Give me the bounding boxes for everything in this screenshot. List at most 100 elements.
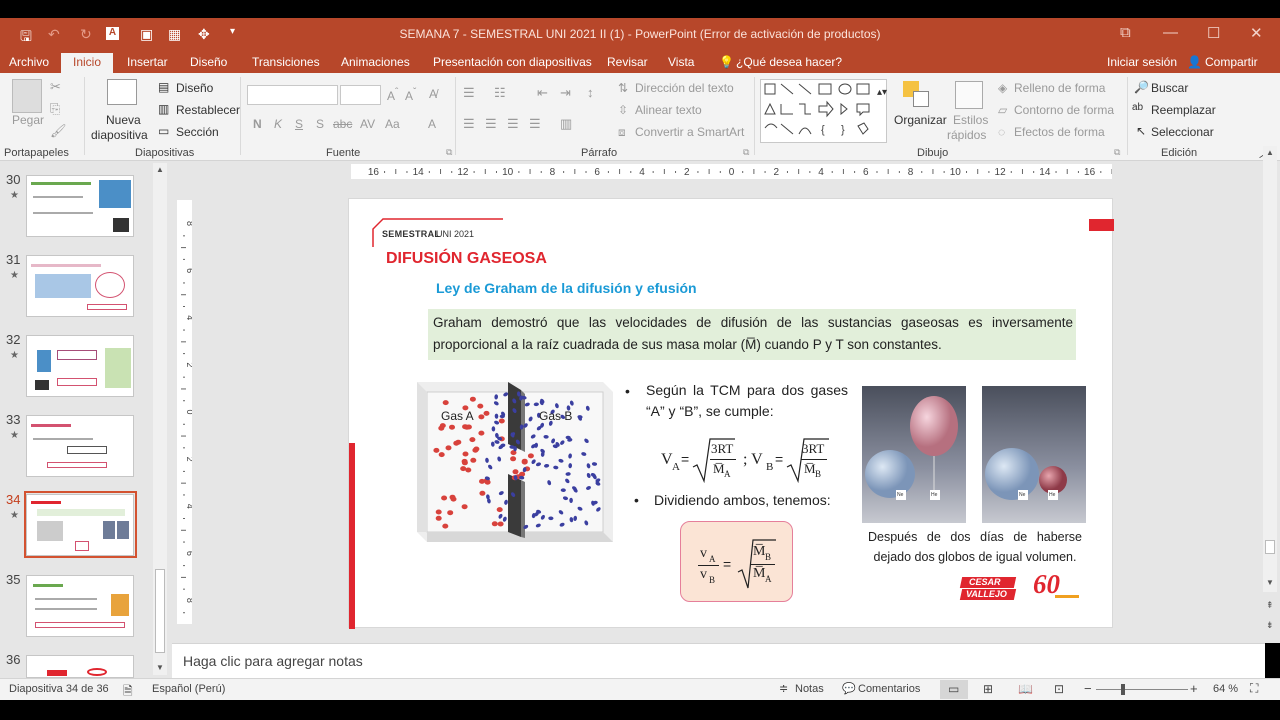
slide-thumbnail-36[interactable]	[26, 655, 134, 678]
shape-fill-button[interactable]: Relleno de forma	[1014, 81, 1105, 95]
section-button[interactable]: Sección	[176, 125, 219, 139]
zoom-level[interactable]: 64 %	[1213, 683, 1238, 695]
new-slide-label-2[interactable]: diapositiva	[91, 128, 148, 142]
reset-button[interactable]: Restablecer	[176, 103, 240, 117]
slide-thumbnail-31[interactable]	[26, 255, 134, 317]
paragraph-launcher-icon[interactable]: ⧉	[743, 147, 749, 158]
minimize-icon[interactable]: —	[1163, 24, 1178, 41]
tell-me-search[interactable]: ¿Qué desea hacer?	[736, 55, 842, 69]
scroll-down-icon[interactable]: ▼	[156, 663, 164, 672]
tab-revisar[interactable]: Revisar	[607, 55, 648, 69]
drawing-launcher-icon[interactable]: ⧉	[1114, 147, 1120, 158]
tab-vista[interactable]: Vista	[668, 55, 694, 69]
fit-slide-icon[interactable]: ⛶	[1250, 681, 1258, 696]
paste-button[interactable]: Pegar	[12, 113, 44, 127]
new-slide-icon[interactable]	[107, 79, 137, 105]
slide[interactable]: SEMESTRAL UNI 2021 DIFUSIÓN GASEOSA Ley …	[348, 198, 1114, 629]
shrink-font-icon[interactable]: Aˇ	[405, 87, 416, 103]
new-slide-label-1[interactable]: Nueva	[106, 113, 141, 127]
scroll-up-icon[interactable]: ▲	[1266, 148, 1274, 157]
gallery-scroll-icon[interactable]: ▴▾	[877, 87, 887, 98]
find-button[interactable]: Buscar	[1151, 81, 1188, 95]
arrange-button[interactable]: Organizar	[894, 113, 947, 127]
normal-view-icon[interactable]: ▭	[948, 682, 959, 696]
tab-transiciones[interactable]: Transiciones	[252, 55, 320, 69]
underline-button[interactable]: S	[295, 117, 303, 131]
maximize-icon[interactable]: ☐	[1207, 24, 1220, 42]
text-direction-button[interactable]: Dirección del texto	[635, 81, 734, 95]
line-spacing-icon[interactable]: ↕	[587, 85, 594, 100]
decrease-indent-icon[interactable]: ⇤	[537, 85, 548, 101]
share-button[interactable]: Compartir	[1205, 55, 1258, 69]
format-painter-icon[interactable]: 🖌	[50, 123, 67, 139]
select-button[interactable]: Seleccionar	[1151, 125, 1214, 139]
paste-icon[interactable]	[12, 79, 42, 113]
font-size-field[interactable]	[340, 85, 381, 105]
italic-button[interactable]: K	[274, 117, 282, 131]
scroll-down-icon[interactable]: ▼	[1266, 578, 1274, 587]
bullets-icon[interactable]: ☰	[463, 85, 475, 101]
strikethrough-button[interactable]: abc	[333, 117, 352, 131]
tab-archivo[interactable]: Archivo	[9, 55, 49, 69]
zoom-slider-thumb[interactable]	[1121, 684, 1125, 695]
align-text-button[interactable]: Alinear texto	[635, 103, 702, 117]
previous-slide-icon[interactable]: ⇞	[1266, 600, 1274, 611]
layout-button[interactable]: Diseño	[176, 81, 213, 95]
scroll-thumb[interactable]	[155, 569, 165, 653]
tab-animaciones[interactable]: Animaciones	[341, 55, 410, 69]
scroll-thumb[interactable]	[1265, 540, 1275, 554]
tab-diseno[interactable]: Diseño	[190, 55, 227, 69]
change-case-button[interactable]: Aa	[385, 117, 400, 131]
font-launcher-icon[interactable]: ⧉	[446, 147, 452, 158]
align-right-icon[interactable]: ☰	[507, 116, 519, 132]
tab-presentacion[interactable]: Presentación con diapositivas	[433, 55, 592, 69]
zoom-out-icon[interactable]: −	[1084, 681, 1092, 696]
shapes-gallery[interactable]: {}	[760, 79, 887, 143]
ribbon-display-icon[interactable]: ⧉	[1120, 24, 1131, 41]
font-color-button[interactable]: A	[428, 117, 436, 131]
shape-outline-button[interactable]: Contorno de forma	[1014, 103, 1114, 117]
shadow-button[interactable]: S	[316, 117, 324, 131]
thumbnails-scrollbar[interactable]: ▲ ▼	[153, 163, 167, 675]
slide-thumbnail-34[interactable]	[26, 494, 134, 556]
quick-styles-label-1[interactable]: Estilos	[953, 113, 988, 127]
smartart-button[interactable]: Convertir a SmartArt	[635, 125, 744, 139]
next-slide-icon[interactable]: ⇟	[1266, 620, 1274, 631]
spacing-icon[interactable]: AV	[360, 117, 375, 131]
notes-placeholder[interactable]: Haga clic para agregar notas	[183, 653, 363, 669]
clear-format-icon[interactable]: A̸	[429, 87, 437, 101]
reading-view-icon[interactable]: 📖	[1018, 682, 1033, 696]
justify-icon[interactable]: ☰	[529, 116, 541, 132]
zoom-slider-track[interactable]	[1096, 689, 1188, 690]
slideshow-icon[interactable]: ⊡	[1054, 682, 1064, 696]
font-name-field[interactable]	[247, 85, 338, 105]
grow-font-icon[interactable]: Aˆ	[387, 87, 398, 103]
slide-thumbnail-35[interactable]	[26, 575, 134, 637]
tab-inicio[interactable]: Inicio	[61, 53, 114, 73]
close-icon[interactable]: ✕	[1250, 24, 1263, 42]
numbering-icon[interactable]: ☷	[494, 85, 506, 101]
comments-toggle[interactable]: Comentarios	[858, 683, 920, 695]
slide-thumbnail-32[interactable]	[26, 335, 134, 397]
signin-link[interactable]: Iniciar sesión	[1107, 55, 1177, 69]
cut-icon[interactable]: ✂	[50, 79, 61, 95]
align-center-icon[interactable]: ☰	[485, 116, 497, 132]
copy-icon[interactable]: ⎘	[50, 101, 60, 117]
canvas-scrollbar[interactable]: ▲ ▼	[1263, 146, 1277, 592]
quick-styles-icon[interactable]	[955, 81, 983, 109]
columns-icon[interactable]: ▥	[560, 116, 572, 132]
increase-indent-icon[interactable]: ⇥	[560, 85, 571, 101]
notes-pane[interactable]: Haga clic para agregar notas	[172, 643, 1265, 678]
arrange-icon[interactable]	[903, 81, 931, 109]
tab-insertar[interactable]: Insertar	[127, 55, 168, 69]
language-indicator[interactable]: Español (Perú)	[152, 683, 225, 695]
quick-styles-label-2[interactable]: rápidos	[947, 128, 986, 142]
slide-sorter-icon[interactable]: ⊞	[983, 682, 993, 696]
slide-thumbnail-30[interactable]	[26, 175, 134, 237]
slide-thumbnail-33[interactable]	[26, 415, 134, 477]
shape-effects-button[interactable]: Efectos de forma	[1014, 125, 1105, 139]
align-left-icon[interactable]: ☰	[463, 116, 475, 132]
scroll-up-icon[interactable]: ▲	[156, 165, 164, 174]
bold-button[interactable]: N	[253, 117, 262, 131]
zoom-in-icon[interactable]: +	[1190, 681, 1198, 696]
